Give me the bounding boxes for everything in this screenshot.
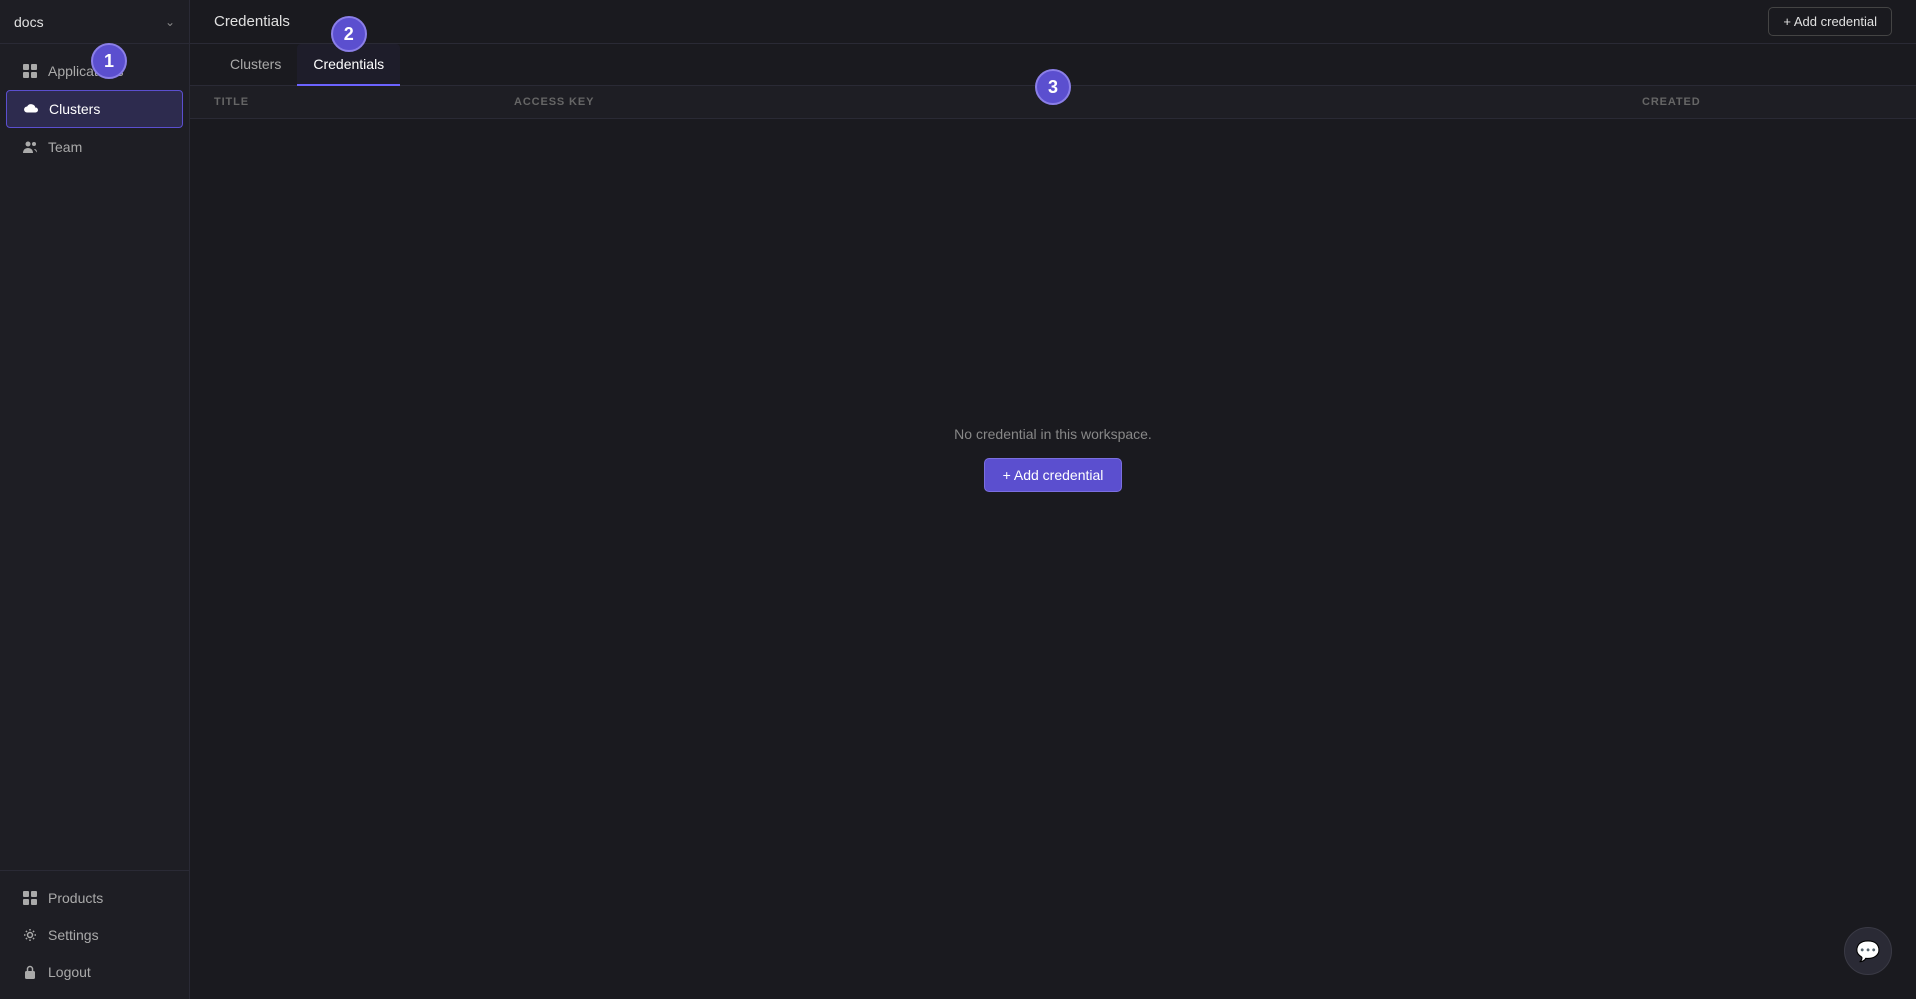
sidebar-item-logout[interactable]: Logout: [6, 954, 183, 990]
sidebar-item-team-label: Team: [48, 139, 82, 155]
empty-state-message: No credential in this workspace.: [954, 426, 1152, 442]
add-credential-button-header[interactable]: + Add credential: [1768, 7, 1892, 36]
settings-gear-icon: [22, 927, 38, 943]
column-header-created: CREATED: [1642, 96, 1892, 108]
sidebar-item-settings-label: Settings: [48, 927, 99, 943]
tab-clusters[interactable]: Clusters: [214, 44, 297, 86]
sidebar-item-settings[interactable]: Settings: [6, 917, 183, 953]
sidebar-item-clusters-label: Clusters: [49, 101, 100, 117]
tab-credentials[interactable]: 2 Credentials: [297, 44, 400, 86]
column-header-title: TITLE: [214, 96, 514, 108]
sidebar-item-products-label: Products: [48, 890, 103, 906]
grid-icon: [22, 63, 38, 79]
table-header: TITLE ACCESS KEY CREATED: [190, 86, 1916, 119]
users-icon: [22, 139, 38, 155]
workspace-chevron-icon: ⌄: [165, 15, 175, 29]
workspace-selector[interactable]: docs ⌄: [0, 0, 189, 44]
sidebar-item-team[interactable]: Team: [6, 129, 183, 165]
sidebar-item-clusters[interactable]: Clusters: [6, 90, 183, 128]
sidebar-nav: 1 Applications: [0, 44, 189, 870]
sidebar: docs ⌄ 1 Applications: [0, 0, 190, 999]
column-header-access-key: ACCESS KEY: [514, 96, 1642, 108]
sidebar-item-products[interactable]: Products: [6, 880, 183, 916]
tabs-bar: Clusters 2 Credentials: [190, 44, 1916, 86]
sidebar-item-logout-label: Logout: [48, 964, 91, 980]
workspace-name: docs: [14, 14, 44, 30]
main-header: Credentials + Add credential: [190, 0, 1916, 44]
add-credential-button-empty[interactable]: + Add credential: [984, 458, 1123, 492]
empty-state: 3 No credential in this workspace. + Add…: [190, 119, 1916, 999]
main-content: Credentials + Add credential Clusters 2 …: [190, 0, 1916, 999]
chat-icon: 💬: [1856, 939, 1881, 964]
products-grid-icon: [22, 890, 38, 906]
logout-lock-icon: [22, 964, 38, 980]
chat-button[interactable]: 💬: [1844, 927, 1892, 975]
page-title: Credentials: [214, 13, 290, 30]
sidebar-bottom: Products Settings Logout: [0, 870, 189, 999]
cloud-icon: [23, 101, 39, 117]
sidebar-item-applications[interactable]: 1 Applications: [6, 53, 183, 89]
sidebar-item-applications-label: Applications: [48, 63, 124, 79]
